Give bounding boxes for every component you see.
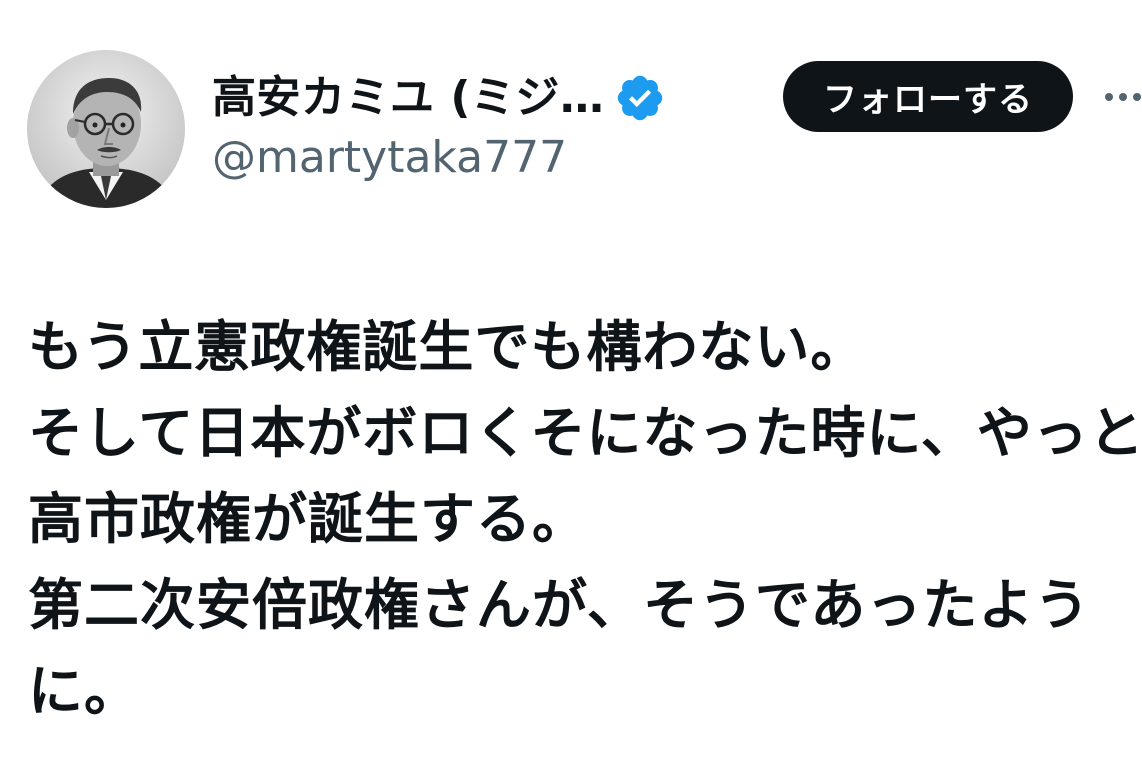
author-name-row: 高安カミユ (ミジ… [212, 66, 666, 130]
tweet-body-text: もう立憲政権誕生でも構わない。 そして日本がボロくそになった時に、やっと 高市政… [28, 304, 1142, 734]
tweet-text-line: に。 [28, 659, 141, 723]
author-handle[interactable]: @martytaka777 [212, 136, 567, 180]
tweet-text-line: もう立憲政権誕生でも構わない。 [28, 315, 867, 379]
tweet-text-line: 第二次安倍政権さんが、そうであったよう [28, 573, 1091, 637]
tweet-card: 高安カミユ (ミジ… @martytaka777 フォローする もう立憲政権誕生… [0, 0, 1142, 780]
verified-badge-icon[interactable] [614, 72, 666, 124]
more-horizontal-icon[interactable] [1104, 88, 1142, 106]
avatar-portrait-image [27, 50, 185, 208]
tweet-text-line: 高市政権が誕生する。 [28, 487, 589, 551]
author-display-name[interactable]: 高安カミユ (ミジ… [212, 76, 604, 120]
avatar[interactable] [27, 50, 185, 208]
tweet-text-line: そして日本がボロくそになった時に、やっと [28, 401, 1142, 465]
follow-button[interactable]: フォローする [783, 61, 1073, 132]
